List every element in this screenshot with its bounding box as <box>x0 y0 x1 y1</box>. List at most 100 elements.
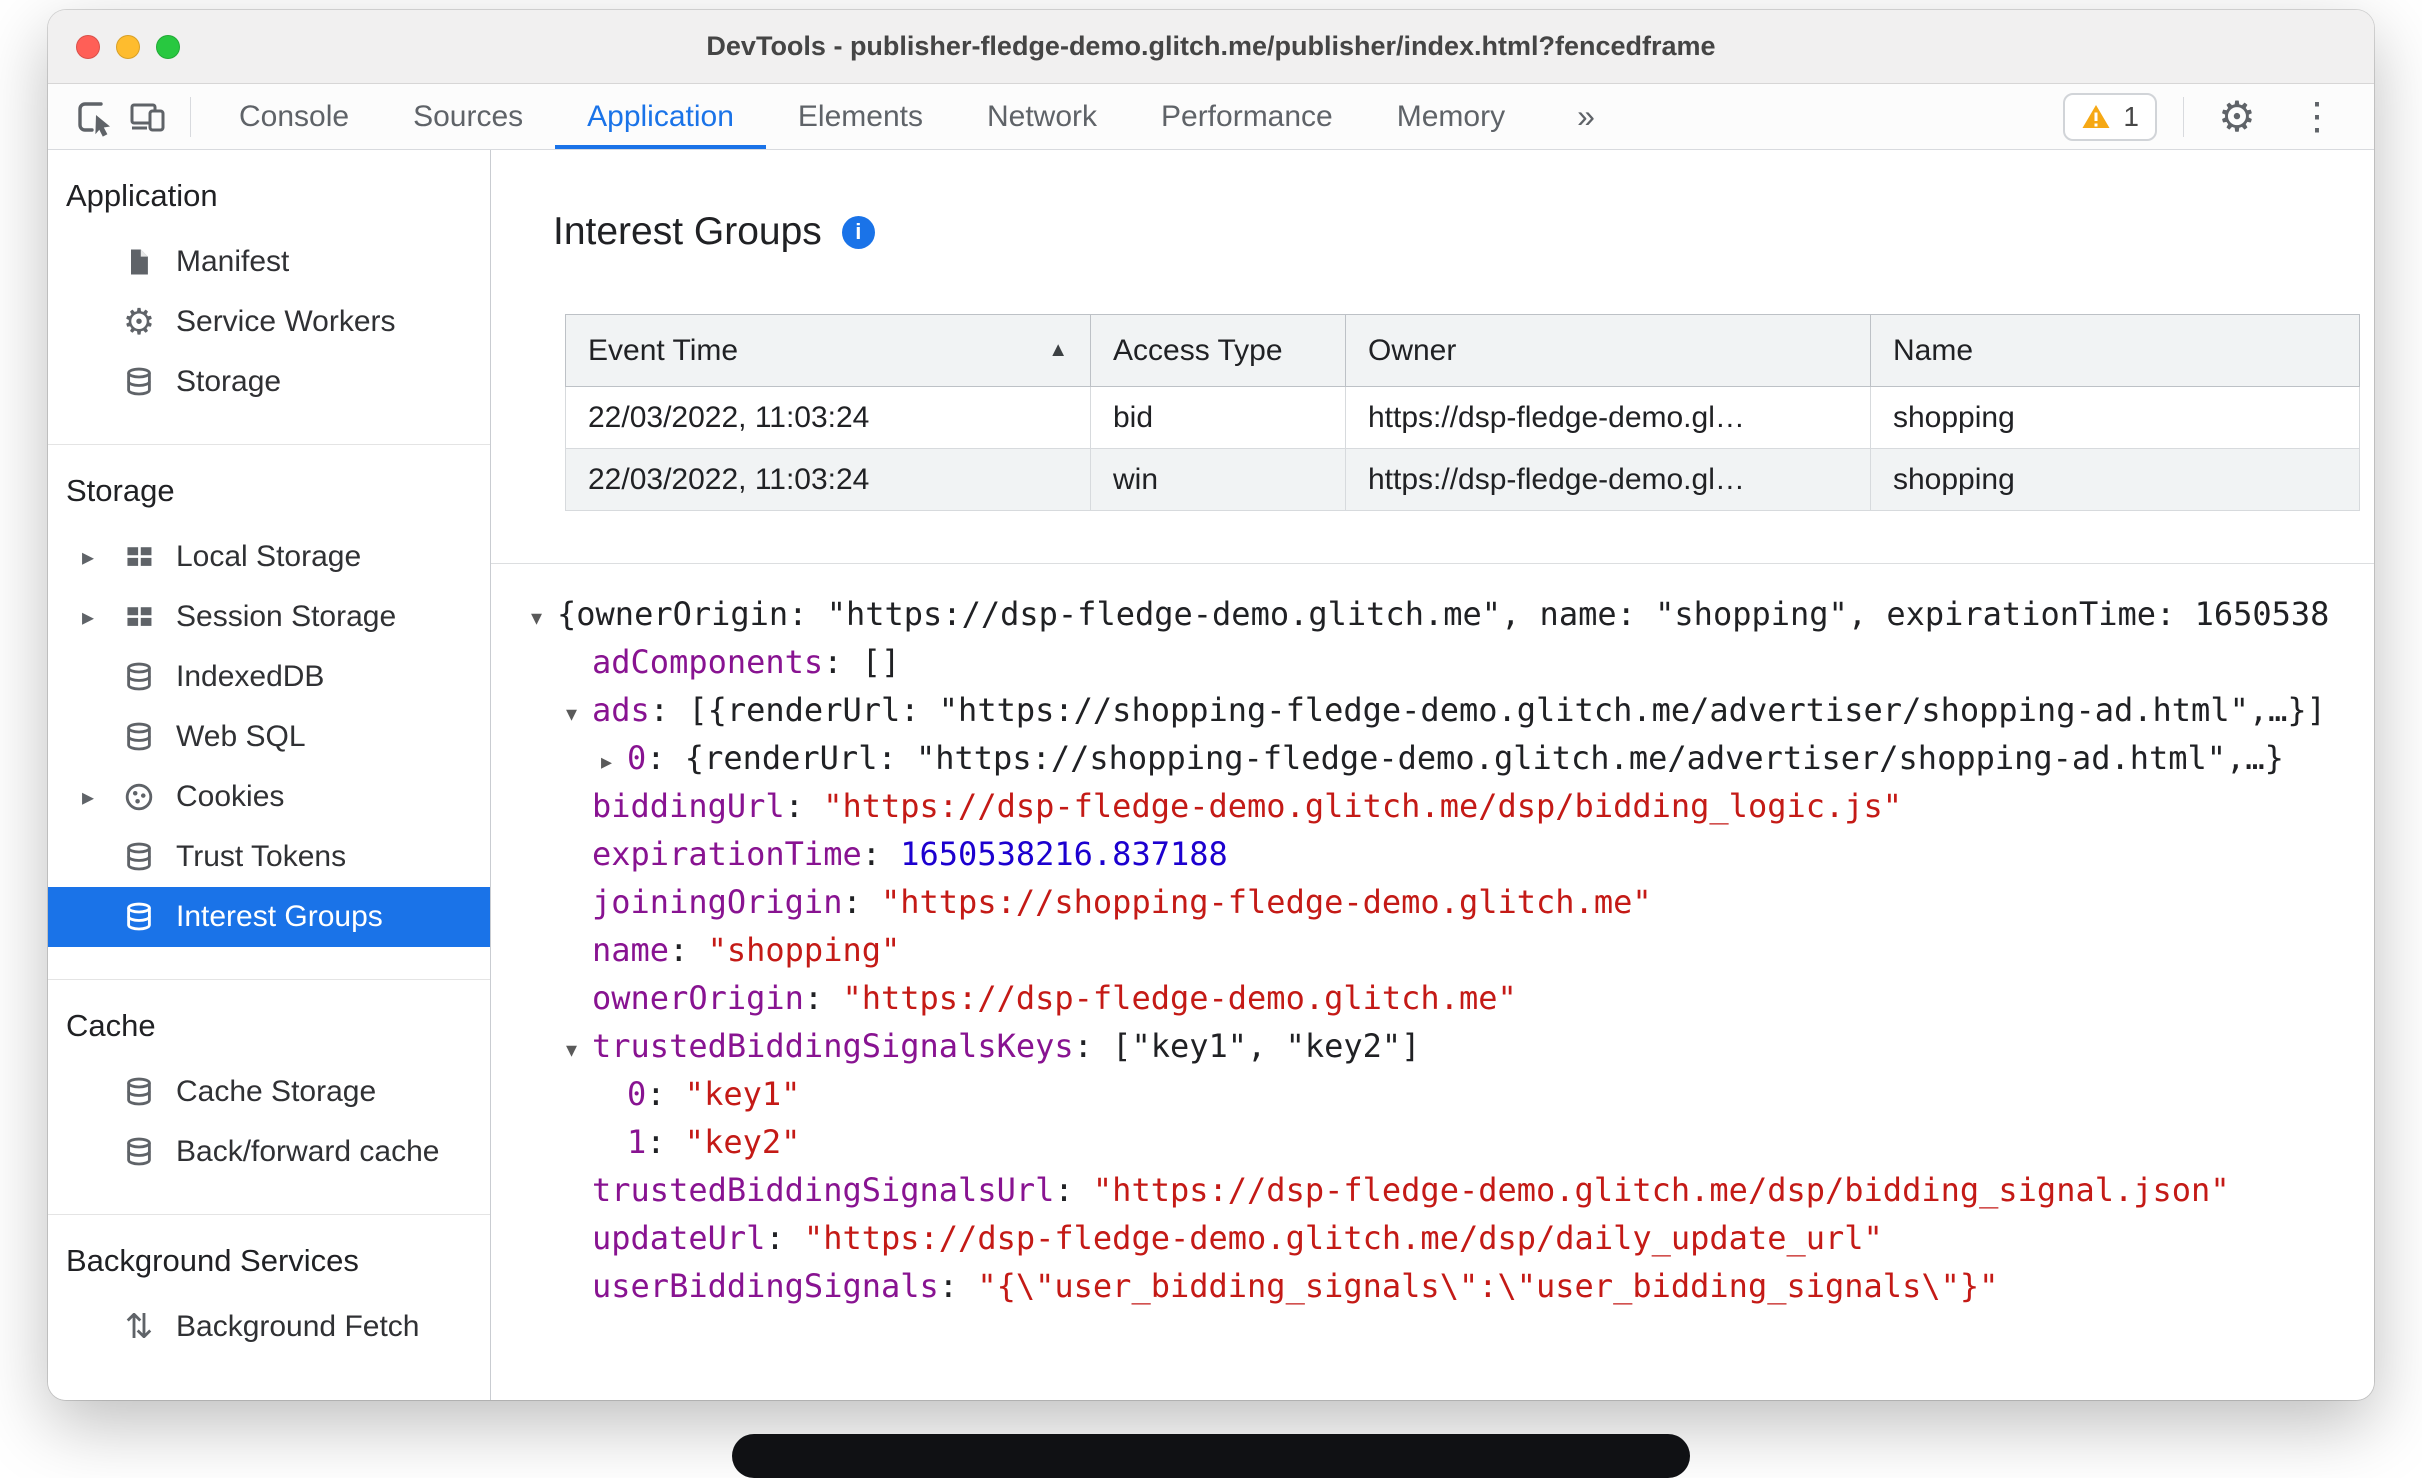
inspect-cursor-icon <box>71 95 115 139</box>
sidebar-item-indexeddb[interactable]: IndexedDB <box>48 647 490 707</box>
table-grid-icon <box>116 601 162 633</box>
sort-ascending-icon: ▲ <box>1048 339 1068 361</box>
application-sidebar: Application Manifest ⚙ Service Workers S… <box>48 150 491 1400</box>
column-header-access-type[interactable]: Access Type <box>1090 314 1346 387</box>
minimize-button[interactable] <box>116 34 140 59</box>
database-icon <box>116 840 162 874</box>
tab-sources[interactable]: Sources <box>381 84 555 149</box>
sidebar-item-trust-tokens[interactable]: Trust Tokens <box>48 827 490 887</box>
separator <box>2183 96 2184 137</box>
expand-arrow-icon[interactable]: ▸ <box>82 543 116 572</box>
column-header-event-time[interactable]: Event Time ▲ <box>565 314 1091 387</box>
expanded-arrow-icon[interactable]: ▾ <box>531 594 557 638</box>
tree-line-biddingurl[interactable]: biddingUrl: "https://dsp-fledge-demo.gli… <box>531 782 2374 830</box>
tab-application[interactable]: Application <box>555 84 766 149</box>
sidebar-item-web-sql[interactable]: Web SQL <box>48 707 490 767</box>
document-icon <box>116 246 162 278</box>
sidebar-item-cookies[interactable]: ▸ Cookies <box>48 767 490 827</box>
tree-line-trustedbiddingsignalskeys[interactable]: ▾ trustedBiddingSignalsKeys: ["key1", "ke… <box>531 1022 2374 1070</box>
tab-console[interactable]: Console <box>207 84 381 149</box>
page-title: Interest Groups i <box>553 210 2374 254</box>
tree-line-adcomponents[interactable]: adComponents: [] <box>531 638 2374 686</box>
cell-name: shopping <box>1870 386 2360 449</box>
gear-icon: ⚙ <box>122 301 156 342</box>
expand-arrow-icon[interactable]: ▸ <box>82 783 116 812</box>
section-header-cache: Cache <box>66 1008 156 1043</box>
tree-line-expirationtime[interactable]: expirationTime: 1650538216.837188 <box>531 830 2374 878</box>
interest-groups-panel: Interest Groups i Event Time ▲ Access Ty… <box>491 150 2374 1400</box>
table-header-row: Event Time ▲ Access Type Owner Name <box>565 314 2360 387</box>
cell-owner: https://dsp-fledge-demo.gl… <box>1345 386 1871 449</box>
tree-line-key-1[interactable]: 1: "key2" <box>531 1118 2374 1166</box>
sidebar-item-service-workers[interactable]: ⚙ Service Workers <box>48 292 490 352</box>
tree-line-userbiddingsignals[interactable]: userBiddingSignals: "{\"user_bidding_sig… <box>531 1262 2374 1310</box>
table-grid-icon <box>116 541 162 573</box>
tab-memory[interactable]: Memory <box>1365 84 1537 149</box>
tab-network[interactable]: Network <box>955 84 1129 149</box>
cell-owner: https://dsp-fledge-demo.gl… <box>1345 448 1871 511</box>
cookie-icon <box>116 780 162 814</box>
table-row[interactable]: 22/03/2022, 11:03:24 win https://dsp-fle… <box>565 448 2360 511</box>
devtools-toolbar: Console Sources Application Elements Net… <box>48 84 2374 150</box>
events-table: Event Time ▲ Access Type Owner Name 22/0… <box>565 314 2360 511</box>
column-header-name[interactable]: Name <box>1870 314 2360 387</box>
database-icon <box>116 1075 162 1109</box>
expand-arrow-icon[interactable]: ▸ <box>82 603 116 632</box>
inspect-element-button[interactable] <box>66 91 120 143</box>
info-icon[interactable]: i <box>841 215 875 249</box>
database-icon <box>116 1135 162 1169</box>
issues-counter-button[interactable]: 1 <box>2063 92 2157 141</box>
close-button[interactable] <box>76 34 100 59</box>
cell-name: shopping <box>1870 448 2360 511</box>
column-header-owner[interactable]: Owner <box>1345 314 1871 387</box>
expanded-arrow-icon[interactable]: ▾ <box>566 1026 592 1070</box>
sidebar-item-local-storage[interactable]: ▸ Local Storage <box>48 527 490 587</box>
expanded-arrow-icon[interactable]: ▾ <box>566 690 592 734</box>
more-tabs-button[interactable]: » <box>1559 84 1613 149</box>
section-header-application: Application <box>66 178 218 213</box>
sidebar-section-background-services: Background Services ⇅ Background Fetch <box>48 1215 490 1389</box>
sidebar-item-back-forward-cache[interactable]: Back/forward cache <box>48 1122 490 1182</box>
sidebar-item-background-fetch[interactable]: ⇅ Background Fetch <box>48 1297 490 1357</box>
tree-line-updateurl[interactable]: updateUrl: "https://dsp-fledge-demo.glit… <box>531 1214 2374 1262</box>
interest-group-json-tree: ▾ {ownerOrigin: "https://dsp-fledge-demo.… <box>491 564 2374 1310</box>
titlebar: DevTools - publisher-fledge-demo.glitch.… <box>48 10 2374 84</box>
up-down-arrows-icon: ⇅ <box>124 1308 154 1346</box>
tree-line-joiningorigin[interactable]: joiningOrigin: "https://shopping-fledge-… <box>531 878 2374 926</box>
tree-line-ownerorigin[interactable]: ownerOrigin: "https://dsp-fledge-demo.gl… <box>531 974 2374 1022</box>
zoom-button[interactable] <box>156 34 180 59</box>
sidebar-section-application: Application Manifest ⚙ Service Workers S… <box>48 150 490 445</box>
sidebar-item-storage[interactable]: Storage <box>48 352 490 412</box>
tree-line-ads[interactable]: ▾ ads: [{renderUrl: "https://shopping-fle… <box>531 686 2374 734</box>
database-icon <box>116 660 162 694</box>
table-row[interactable]: 22/03/2022, 11:03:24 bid https://dsp-fle… <box>565 386 2360 449</box>
devtools-window: DevTools - publisher-fledge-demo.glitch.… <box>48 10 2374 1400</box>
collapsed-arrow-icon[interactable]: ▸ <box>601 738 627 782</box>
cell-event-time: 22/03/2022, 11:03:24 <box>565 386 1091 449</box>
tree-line-key-0[interactable]: 0: "key1" <box>531 1070 2374 1118</box>
tree-line-name[interactable]: name: "shopping" <box>531 926 2374 974</box>
tree-line-ads-0[interactable]: ▸ 0: {renderUrl: "https://shopping-fledge… <box>531 734 2374 782</box>
sidebar-section-storage: Storage ▸ Local Storage ▸ Session Storag… <box>48 445 490 980</box>
cell-access-type: win <box>1090 448 1346 511</box>
window-title: DevTools - publisher-fledge-demo.glitch.… <box>706 31 1716 61</box>
cell-event-time: 22/03/2022, 11:03:24 <box>565 448 1091 511</box>
sidebar-item-cache-storage[interactable]: Cache Storage <box>48 1062 490 1122</box>
settings-button[interactable]: ⚙ <box>2210 91 2264 143</box>
sidebar-item-manifest[interactable]: Manifest <box>48 232 490 292</box>
database-icon <box>116 900 162 934</box>
devtools-body: Application Manifest ⚙ Service Workers S… <box>48 150 2374 1400</box>
device-toolbar-button[interactable] <box>120 91 174 143</box>
sidebar-item-interest-groups[interactable]: Interest Groups <box>48 887 490 947</box>
tab-elements[interactable]: Elements <box>766 84 955 149</box>
toolbar-right: 1 ⚙ ⋮ <box>2063 84 2374 149</box>
warning-count: 1 <box>2123 100 2139 132</box>
tree-line-trustedbiddingsignalsurl[interactable]: trustedBiddingSignalsUrl: "https://dsp-f… <box>531 1166 2374 1214</box>
main-menu-button[interactable]: ⋮ <box>2290 91 2344 143</box>
separator <box>190 96 191 137</box>
tree-line-root[interactable]: ▾ {ownerOrigin: "https://dsp-fledge-demo.… <box>531 590 2374 638</box>
tab-performance[interactable]: Performance <box>1129 84 1365 149</box>
warning-icon <box>2081 103 2111 130</box>
sidebar-item-session-storage[interactable]: ▸ Session Storage <box>48 587 490 647</box>
sidebar-section-cache: Cache Cache Storage Back/forward cache <box>48 980 490 1215</box>
